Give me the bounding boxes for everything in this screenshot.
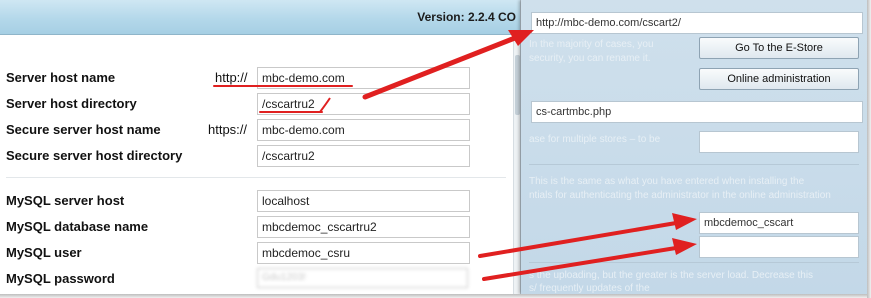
annotation-underline-http bbox=[213, 85, 353, 87]
window-right-shadow bbox=[867, 0, 871, 298]
vertical-scrollbar[interactable] bbox=[513, 35, 520, 294]
store-url-field[interactable] bbox=[531, 12, 863, 34]
secure-host-name-label: Secure server host name bbox=[6, 122, 161, 137]
stores-field[interactable] bbox=[699, 131, 859, 153]
mysql-host-label: MySQL server host bbox=[6, 193, 125, 208]
mysql-user-row: MySQL user bbox=[0, 242, 512, 264]
mysql-db-name-label: MySQL database name bbox=[6, 219, 149, 234]
hint-text-4: This is the same as what you have entere… bbox=[529, 176, 805, 187]
mysql-host-input[interactable] bbox=[257, 190, 470, 212]
db-user-field[interactable] bbox=[699, 212, 859, 234]
hint-text-5: ntials for authenticating the administra… bbox=[529, 190, 831, 201]
mysql-user-label: MySQL user bbox=[6, 245, 82, 260]
mysql-db-name-input[interactable] bbox=[257, 216, 470, 238]
mysql-password-label: MySQL password bbox=[6, 271, 115, 286]
secure-host-directory-label: Secure server host directory bbox=[6, 148, 183, 163]
hint-text-3: ase for multiple stores – to be bbox=[529, 134, 661, 145]
mysql-db-name-row: MySQL database name bbox=[0, 216, 512, 238]
window-bottom-shadow bbox=[0, 294, 871, 298]
right-panel-divider bbox=[529, 164, 859, 165]
installer-form-panel: Version: 2.2.4 CO Server host name http:… bbox=[0, 0, 521, 294]
http-prefix: http:// bbox=[215, 70, 248, 85]
section-divider bbox=[6, 177, 506, 178]
right-panel-divider-2 bbox=[529, 262, 859, 263]
mysql-host-row: MySQL server host bbox=[0, 190, 512, 212]
version-label: Version: 2.2.4 CO bbox=[417, 10, 516, 24]
secure-host-directory-row: Secure server host directory bbox=[0, 145, 512, 167]
server-host-directory-label: Server host directory bbox=[6, 96, 137, 111]
server-host-directory-row: Server host directory bbox=[0, 93, 512, 115]
hint-text-2: security, you can rename it. bbox=[529, 53, 651, 64]
hint-text-1: In the majority of cases, you bbox=[529, 39, 654, 50]
secure-host-directory-input[interactable] bbox=[257, 145, 470, 167]
scrollbar-thumb[interactable] bbox=[515, 55, 520, 115]
hint-text-6: s the uploading, but the greater is the … bbox=[529, 270, 814, 281]
online-administration-button[interactable]: Online administration bbox=[699, 68, 859, 90]
admin-script-field[interactable] bbox=[531, 101, 863, 123]
https-prefix: https:// bbox=[208, 122, 248, 137]
secure-host-name-input[interactable] bbox=[257, 119, 470, 141]
hint-text-7: s/ frequently updates of the bbox=[529, 283, 650, 294]
mysql-password-row: MySQL password Gdu1203! bbox=[0, 268, 512, 288]
header-bar: Version: 2.2.4 CO bbox=[0, 0, 520, 35]
secure-host-name-row: Secure server host name https:// bbox=[0, 119, 512, 141]
goto-store-button[interactable]: Go To the E-Store bbox=[699, 37, 859, 59]
db-password-field[interactable] bbox=[699, 236, 859, 258]
server-host-name-row: Server host name http:// bbox=[0, 67, 512, 89]
server-host-name-label: Server host name bbox=[6, 70, 116, 85]
mysql-user-input[interactable] bbox=[257, 242, 470, 264]
mysql-password-input[interactable]: Gdu1203! bbox=[257, 268, 468, 288]
config-preview-panel: In the majority of cases, you security, … bbox=[521, 0, 867, 294]
annotation-underline-directory bbox=[259, 111, 323, 113]
